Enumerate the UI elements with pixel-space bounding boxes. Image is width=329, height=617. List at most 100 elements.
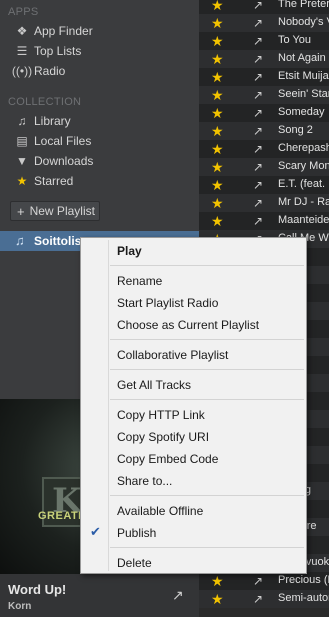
sidebar-item-app-finder[interactable]: ❖ App Finder [14,22,93,40]
share-icon[interactable]: ↗ [172,587,184,604]
now-playing-title[interactable]: Word Up! [8,582,66,597]
share-icon[interactable]: ↗ [253,591,263,607]
track-row[interactable]: ★ ↗ Nobody's V [199,14,329,32]
track-row[interactable]: ★ ↗ Song 2 [199,122,329,140]
sidebar-item-starred[interactable]: ★ Starred [14,172,74,190]
menu-item-share[interactable]: Share to... [117,474,172,488]
library-icon: ♫ [17,114,27,128]
new-playlist-label: New Playlist [29,204,95,218]
track-row[interactable]: ★ ↗ Someday [199,104,329,122]
sidebar-item-downloads[interactable]: ▼ Downloads [14,152,93,170]
share-icon[interactable]: ↗ [253,573,263,589]
star-icon[interactable]: ★ [211,69,224,85]
menu-item-delete[interactable]: Delete [117,556,152,570]
sidebar-item-library[interactable]: ♫ Library [14,112,71,130]
menu-item-copy-http[interactable]: Copy HTTP Link [117,408,205,422]
track-row[interactable]: ★ ↗ Precious (N [199,572,329,590]
track-row[interactable]: ★ ↗ Cherepash [199,140,329,158]
track-title: Song 2 [278,124,313,136]
menu-item-publish[interactable]: Publish [117,526,156,540]
star-icon[interactable]: ★ [211,0,224,13]
track-title: Precious (N [278,574,329,586]
now-playing: Word Up! Korn ↗ [0,574,199,617]
share-icon[interactable]: ↗ [253,159,263,175]
menu-item-available-offline[interactable]: Available Offline [117,504,203,518]
new-playlist-button[interactable]: + New Playlist [10,201,100,221]
track-title: Not Again [278,52,326,64]
track-title: The Preter [278,0,329,10]
menu-separator [110,265,304,266]
top-lists-icon: ☰ [16,44,28,58]
star-icon[interactable]: ★ [211,87,224,103]
menu-item-start-radio[interactable]: Start Playlist Radio [117,296,218,310]
star-icon[interactable]: ★ [211,177,224,193]
plus-icon: + [17,203,25,219]
share-icon[interactable]: ↗ [253,105,263,121]
downloads-icon: ▼ [16,154,28,168]
share-icon[interactable]: ↗ [253,69,263,85]
star-icon[interactable]: ★ [211,15,224,31]
check-icon: ✔ [90,524,101,539]
menu-item-choose-current[interactable]: Choose as Current Playlist [117,318,259,332]
track-row[interactable]: ★ ↗ Etsit Muija [199,68,329,86]
star-icon: ★ [16,174,28,188]
track-title: Someday [278,106,325,118]
playlist-icon: ♫ [15,233,25,248]
track-title: Seein' Star [278,88,329,100]
share-icon[interactable]: ↗ [253,0,263,13]
radio-icon: ((•)) [11,64,33,78]
track-row[interactable]: ★ ↗ Seein' Star [199,86,329,104]
share-icon[interactable]: ↗ [253,15,263,31]
share-icon[interactable]: ↗ [253,33,263,49]
now-playing-artist[interactable]: Korn [8,601,31,612]
menu-item-copy-uri[interactable]: Copy Spotify URI [117,430,209,444]
star-icon[interactable]: ★ [211,105,224,121]
share-icon[interactable]: ↗ [253,141,263,157]
track-title: Mr DJ - Ra [278,196,329,208]
share-icon[interactable]: ↗ [253,177,263,193]
sidebar-item-label: Local Files [34,134,92,148]
sidebar-item-top-lists[interactable]: ☰ Top Lists [14,42,82,60]
star-icon[interactable]: ★ [211,195,224,211]
star-icon[interactable]: ★ [211,51,224,67]
menu-item-collaborative[interactable]: Collaborative Playlist [117,348,228,362]
sidebar-item-label: Downloads [34,154,94,168]
track-row[interactable]: ★ ↗ Mr DJ - Ra [199,194,329,212]
local-files-icon: ▤ [16,134,28,148]
track-row[interactable]: ★ ↗ Maanteide [199,212,329,230]
track-row[interactable]: ★ ↗ Semi-autom [199,590,329,608]
track-title: Semi-autom [278,592,329,604]
menu-item-copy-embed[interactable]: Copy Embed Code [117,452,218,466]
sidebar-item-label: Top Lists [34,44,82,58]
share-icon[interactable]: ↗ [253,195,263,211]
track-row[interactable]: ★ ↗ E.T. (feat. [199,176,329,194]
star-icon[interactable]: ★ [211,573,224,589]
sidebar-item-label: Library [34,114,71,128]
track-row[interactable]: ★ ↗ To You [199,32,329,50]
share-icon[interactable]: ↗ [253,51,263,67]
star-icon[interactable]: ★ [211,159,224,175]
share-icon[interactable]: ↗ [253,87,263,103]
star-icon[interactable]: ★ [211,123,224,139]
sidebar-item-local-files[interactable]: ▤ Local Files [14,132,91,150]
apps-section-label: APPS [8,6,39,18]
sidebar-item-label: App Finder [34,24,93,38]
track-row[interactable]: ★ ↗ Scary Mon [199,158,329,176]
star-icon[interactable]: ★ [211,591,224,607]
menu-item-get-all-tracks[interactable]: Get All Tracks [117,378,191,392]
menu-separator [110,399,304,400]
star-icon[interactable]: ★ [211,141,224,157]
share-icon[interactable]: ↗ [253,213,263,229]
menu-item-play[interactable]: Play [117,244,142,258]
sidebar-item-radio[interactable]: ((•)) Radio [11,62,65,80]
menu-separator [110,339,304,340]
star-icon[interactable]: ★ [211,33,224,49]
menu-item-rename[interactable]: Rename [117,274,162,288]
album-art-text: GREATI [38,510,82,522]
track-title: Maanteide [278,214,329,226]
track-row[interactable]: ★ ↗ The Preter [199,0,329,14]
track-row[interactable]: ★ ↗ Not Again [199,50,329,68]
share-icon[interactable]: ↗ [253,123,263,139]
star-icon[interactable]: ★ [211,213,224,229]
track-title: Scary Mon [278,160,329,172]
